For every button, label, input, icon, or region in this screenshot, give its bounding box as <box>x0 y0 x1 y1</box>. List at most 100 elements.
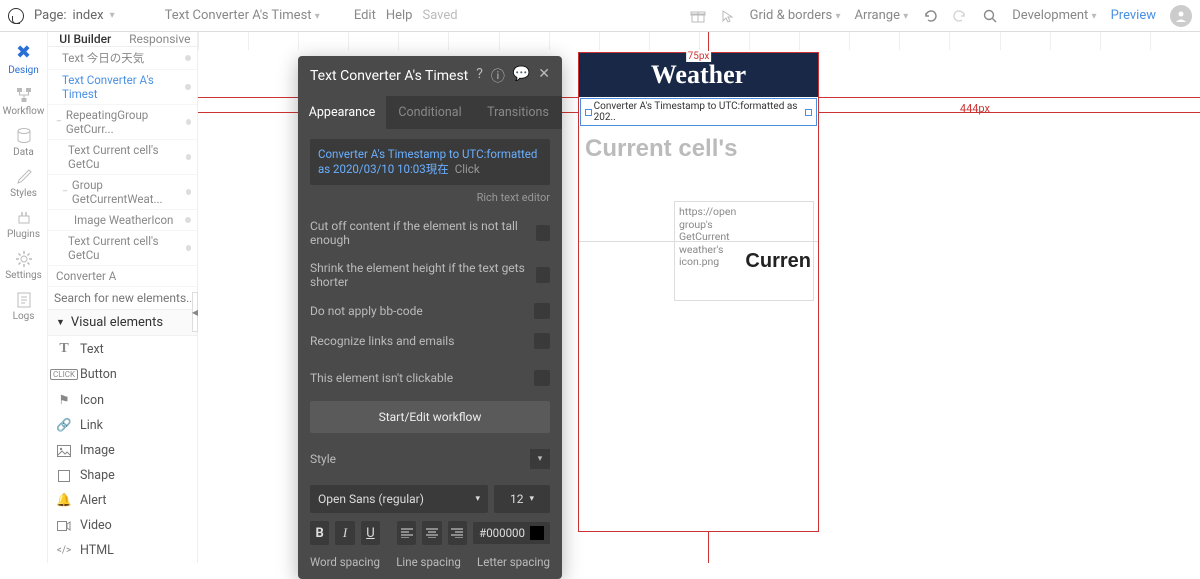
tab-responsive[interactable]: Responsive <box>123 32 198 46</box>
inspector-title: Text Converter A's Timest <box>310 68 468 84</box>
bold-button[interactable]: B <box>310 521 329 545</box>
palette-shape[interactable]: Shape <box>48 463 197 488</box>
resize-handle-icon[interactable] <box>805 109 812 116</box>
underline-button[interactable]: U <box>361 521 380 545</box>
help-icon[interactable]: ? <box>476 66 483 86</box>
cursor-icon[interactable] <box>720 8 736 24</box>
selected-text-element[interactable]: Converter A's Timestamp to UTC:formatted… <box>580 98 817 126</box>
collapse-icon[interactable]: – <box>62 187 68 197</box>
link-icon: 🔗 <box>56 418 72 433</box>
opt-links[interactable]: Recognize links and emails <box>310 326 550 356</box>
palette-button[interactable]: CLICKButton <box>48 362 197 387</box>
palette-icon[interactable]: ⚑Icon <box>48 387 197 413</box>
rail-logs[interactable]: Logs <box>0 287 48 326</box>
element-search-input[interactable] <box>54 291 191 305</box>
checkbox-icon[interactable] <box>534 333 550 349</box>
tree-item[interactable]: Text 今日の天気 <box>48 47 197 70</box>
start-edit-workflow-button[interactable]: Start/Edit workflow <box>310 401 550 433</box>
rail-data[interactable]: Data <box>0 123 48 162</box>
page-name: index <box>73 8 104 23</box>
deployment-menu[interactable]: Development ▾ <box>1012 8 1096 23</box>
search-icon[interactable] <box>982 8 998 24</box>
rich-text-editor-link[interactable]: Rich text editor <box>310 189 550 212</box>
user-avatar[interactable] <box>1170 5 1192 27</box>
inspector-header[interactable]: Text Converter A's Timest ? ⓘ 💬 ✕ <box>298 56 562 96</box>
rail-styles[interactable]: Styles <box>0 164 48 203</box>
grid-borders-toggle[interactable]: Grid & borders ▾ <box>750 8 841 23</box>
weather-icon-group[interactable]: https://open group's GetCurrent weather'… <box>674 201 814 301</box>
redo-icon[interactable] <box>952 8 968 24</box>
font-color-picker[interactable]: #000000 <box>473 522 550 544</box>
checkbox-icon[interactable] <box>534 303 550 319</box>
close-icon[interactable]: ✕ <box>538 66 550 86</box>
align-right-button[interactable] <box>448 521 467 545</box>
opt-noclick[interactable]: This element isn't clickable <box>310 356 550 393</box>
palette-image[interactable]: Image <box>48 438 197 463</box>
style-dropdown[interactable]: Style▾ <box>310 441 550 477</box>
palette-alert[interactable]: 🔔Alert <box>48 488 197 513</box>
palette-video[interactable]: Video <box>48 513 197 538</box>
data-icon <box>15 127 33 145</box>
undo-icon[interactable] <box>922 8 938 24</box>
info-icon[interactable]: ⓘ <box>491 66 505 86</box>
palette-html[interactable]: </>HTML <box>48 538 197 563</box>
html-icon: </> <box>56 545 72 556</box>
ruler-horizontal <box>198 32 1200 50</box>
font-family-dropdown[interactable]: Open Sans (regular)▾ <box>310 485 488 513</box>
arrange-menu[interactable]: Arrange ▾ <box>855 8 909 23</box>
collapse-icon[interactable]: – <box>56 117 62 127</box>
canvas[interactable]: ◀ 444px 535px 75px Weather Converter A's… <box>198 32 1200 563</box>
palette-link[interactable]: 🔗Link <box>48 413 197 438</box>
checkbox-icon[interactable] <box>534 370 550 386</box>
rail-workflow[interactable]: Workflow <box>0 82 48 121</box>
palette-text[interactable]: TText <box>48 336 197 362</box>
edit-menu[interactable]: Edit <box>354 8 376 23</box>
italic-button[interactable]: I <box>335 521 354 545</box>
click-hint: Click <box>455 162 480 176</box>
page-frame[interactable]: 75px Weather Converter A's Timestamp to … <box>578 52 819 532</box>
section-visual-elements[interactable]: ▼Visual elements <box>48 309 197 336</box>
tree-item[interactable]: Text Converter A's Timest <box>48 70 197 105</box>
top-toolbar: Page: index ▾ Text Converter A's Timest … <box>0 0 1200 32</box>
tree-item[interactable]: Text Current cell's GetCu <box>48 231 197 266</box>
rail-settings[interactable]: Settings <box>0 246 48 285</box>
tab-transitions[interactable]: Transitions <box>474 96 562 129</box>
opt-shrink[interactable]: Shrink the element height if the text ge… <box>310 254 550 296</box>
element-tree: Text 今日の天気 Text Converter A's Timest –Re… <box>48 47 197 287</box>
checkbox-icon[interactable] <box>536 225 550 241</box>
expression-text: Converter A's Timestamp to UTC:formatted… <box>318 147 537 176</box>
resize-handle-icon[interactable] <box>585 109 592 116</box>
page-label: Page: <box>34 8 67 23</box>
opt-cutoff[interactable]: Cut off content if the element is not ta… <box>310 212 550 254</box>
rail-plugins[interactable]: Plugins <box>0 205 48 244</box>
help-menu[interactable]: Help <box>386 8 413 23</box>
font-size-dropdown[interactable]: 12▾ <box>494 485 550 513</box>
align-left-button[interactable] <box>397 521 416 545</box>
tree-item[interactable]: –Group GetCurrentWeat... <box>48 175 197 210</box>
tree-item[interactable]: Converter A <box>48 266 197 287</box>
button-icon: CLICK <box>56 369 72 380</box>
tab-conditional[interactable]: Conditional <box>386 96 474 129</box>
element-breadcrumb[interactable]: Text Converter A's Timest ▾ <box>165 8 320 23</box>
gear-icon <box>15 250 33 268</box>
page-selector[interactable]: Page: index ▾ <box>34 8 115 23</box>
align-center-button[interactable] <box>422 521 441 545</box>
preview-button[interactable]: Preview <box>1111 8 1156 23</box>
opt-nobb[interactable]: Do not apply bb-code <box>310 296 550 326</box>
expression-input[interactable]: Converter A's Timestamp to UTC:formatted… <box>310 139 550 185</box>
panel-collapse-handle[interactable]: ◀ <box>192 292 198 332</box>
curren-text[interactable]: Curren <box>745 250 811 273</box>
workflow-icon <box>15 86 33 104</box>
rail-design[interactable]: ✖Design <box>0 38 48 80</box>
line-spacing-label: Line spacing <box>396 555 461 569</box>
current-cell-text[interactable]: Current cell's <box>579 127 818 163</box>
tab-ui-builder[interactable]: UI Builder <box>48 32 123 46</box>
tree-item[interactable]: Text Current cell's GetCu <box>48 140 197 175</box>
tree-item[interactable]: –RepeatingGroup GetCurr... <box>48 105 197 140</box>
checkbox-icon[interactable] <box>536 267 550 283</box>
tree-item[interactable]: Image WeatherIcon <box>48 210 197 231</box>
tab-appearance[interactable]: Appearance <box>298 96 386 129</box>
comment-icon[interactable]: 💬 <box>513 66 530 86</box>
gift-icon[interactable] <box>690 8 706 24</box>
property-inspector[interactable]: Text Converter A's Timest ? ⓘ 💬 ✕ Appear… <box>298 56 562 579</box>
